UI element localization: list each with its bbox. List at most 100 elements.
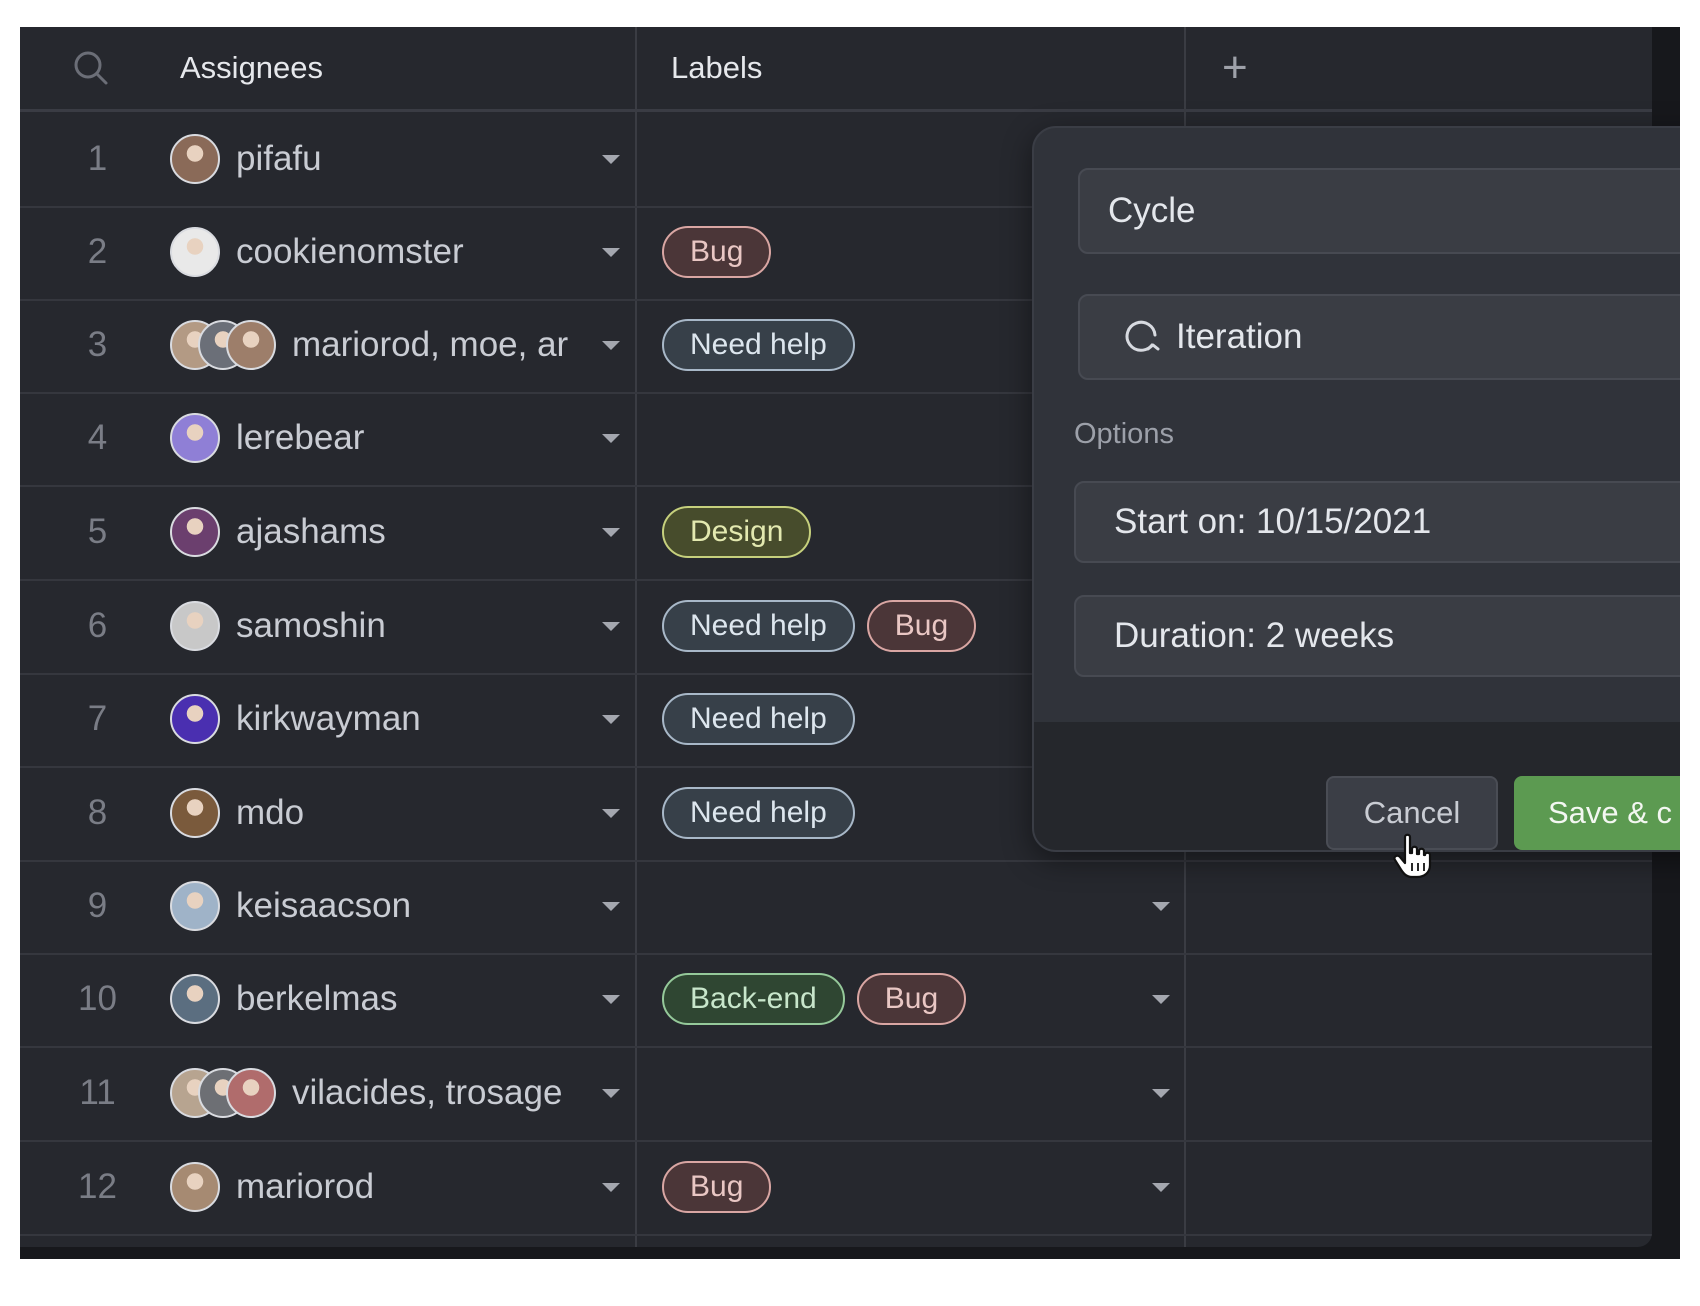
table-header: Assignees Labels + <box>20 27 1652 112</box>
avatar <box>170 694 220 744</box>
labels-cell[interactable]: Back-end Bug <box>662 952 967 1046</box>
row-number: 10 <box>78 979 117 1018</box>
table-row[interactable]: 11 vilacides, trosage <box>20 1046 1652 1142</box>
row-number: 12 <box>78 1167 117 1206</box>
chevron-down-icon[interactable] <box>602 1089 620 1098</box>
labels-cell[interactable]: Need help <box>662 298 855 392</box>
chevron-down-icon[interactable] <box>602 248 620 257</box>
row-number: 5 <box>87 512 108 551</box>
table-row[interactable]: 10 berkelmas Back-end Bug <box>20 952 1652 1048</box>
chevron-down-icon[interactable] <box>602 902 620 911</box>
field-name-input[interactable]: Cycle <box>1078 168 1680 254</box>
labels-cell[interactable]: Design <box>662 485 812 579</box>
chevron-down-icon[interactable] <box>602 528 620 537</box>
hand-cursor-icon <box>1393 833 1433 884</box>
avatar-group <box>170 413 220 463</box>
avatar <box>170 227 220 277</box>
app-frame: Assignees Labels + 1 pifafu 2 cookienomster… <box>20 27 1680 1259</box>
save-button[interactable]: Save & c <box>1514 776 1680 850</box>
assignee-cell[interactable]: mariorod <box>170 1140 610 1234</box>
chevron-down-icon[interactable] <box>602 434 620 443</box>
labels-cell[interactable]: Need help Bug <box>662 579 977 673</box>
assignee-name: mariorod <box>236 1167 375 1206</box>
assignee-cell[interactable]: kirkwayman <box>170 672 610 766</box>
row-number: 2 <box>87 232 108 271</box>
avatar-group <box>170 1068 276 1118</box>
assignee-cell[interactable]: cookienomster <box>170 205 610 299</box>
column-header-labels[interactable]: Labels <box>671 27 762 109</box>
assignee-cell[interactable]: lerebear <box>170 391 610 485</box>
chevron-down-icon[interactable] <box>602 341 620 350</box>
avatar-group <box>170 788 220 838</box>
assignee-name: lerebear <box>236 418 365 457</box>
field-type-select[interactable]: Iteration <box>1078 294 1680 380</box>
assignee-name: mdo <box>236 793 305 832</box>
plus-icon[interactable]: + <box>1222 27 1248 109</box>
avatar <box>170 974 220 1024</box>
row-number: 11 <box>79 1073 116 1112</box>
chevron-down-icon[interactable] <box>602 995 620 1004</box>
chevron-down-icon[interactable] <box>602 622 620 631</box>
label-badge[interactable]: Bug <box>662 1161 772 1213</box>
labels-cell[interactable]: Need help <box>662 672 855 766</box>
label-badge[interactable]: Need help <box>662 319 855 371</box>
labels-cell[interactable]: Bug <box>662 205 772 299</box>
duration-value: Duration: 2 weeks <box>1114 616 1395 655</box>
chevron-down-icon[interactable] <box>1152 902 1170 911</box>
avatar <box>170 601 220 651</box>
label-badge[interactable]: Back-end <box>662 973 845 1025</box>
assignee-cell[interactable]: berkelmas <box>170 952 610 1046</box>
assignee-name: keisaacson <box>236 886 412 925</box>
assignee-cell[interactable]: mdo <box>170 766 610 860</box>
avatar-group <box>170 227 220 277</box>
start-date-value: Start on: 10/15/2021 <box>1114 502 1432 541</box>
label-badge[interactable]: Need help <box>662 693 855 745</box>
field-type-value: Iteration <box>1176 317 1303 356</box>
avatar <box>170 507 220 557</box>
assignee-name: cookienomster <box>236 232 464 271</box>
options-label: Options <box>1074 418 1174 450</box>
chevron-down-icon[interactable] <box>602 715 620 724</box>
label-badge[interactable]: Need help <box>662 787 855 839</box>
labels-cell[interactable]: Bug <box>662 1140 772 1234</box>
row-number: 8 <box>87 793 108 832</box>
row-number: 9 <box>87 886 108 925</box>
chevron-down-icon[interactable] <box>1152 995 1170 1004</box>
start-date-option[interactable]: Start on: 10/15/2021 <box>1074 481 1680 563</box>
avatar <box>226 1068 276 1118</box>
avatar <box>170 881 220 931</box>
assignee-cell[interactable]: keisaacson <box>170 859 610 953</box>
chevron-down-icon[interactable] <box>1152 1183 1170 1192</box>
assignee-cell[interactable]: vilacides, trosage <box>170 1046 610 1140</box>
assignee-name: pifafu <box>236 139 322 178</box>
chevron-down-icon[interactable] <box>602 1183 620 1192</box>
label-badge[interactable]: Bug <box>662 226 772 278</box>
chevron-down-icon[interactable] <box>602 155 620 164</box>
column-header-assignees[interactable]: Assignees <box>180 27 323 109</box>
field-name-value: Cycle <box>1108 191 1196 230</box>
search-icon[interactable] <box>72 27 110 109</box>
avatar-group <box>170 974 220 1024</box>
assignee-cell[interactable]: ajashams <box>170 485 610 579</box>
assignee-name: ajashams <box>236 512 386 551</box>
avatar <box>170 134 220 184</box>
assignee-cell[interactable]: mariorod, moe, ar <box>170 298 610 392</box>
chevron-down-icon[interactable] <box>602 809 620 818</box>
avatar-group <box>170 134 220 184</box>
avatar <box>170 413 220 463</box>
duration-option[interactable]: Duration: 2 weeks <box>1074 595 1680 677</box>
label-badge[interactable]: Need help <box>662 600 855 652</box>
assignee-name: kirkwayman <box>236 699 421 738</box>
labels-cell[interactable]: Need help <box>662 766 855 860</box>
label-badge[interactable]: Bug <box>856 973 967 1025</box>
assignee-cell[interactable]: pifafu <box>170 112 610 206</box>
label-badge[interactable]: Design <box>662 506 812 558</box>
row-number: 7 <box>87 699 108 738</box>
table-row[interactable]: 12 mariorod Bug <box>20 1140 1652 1236</box>
assignee-name: samoshin <box>236 606 386 645</box>
chevron-down-icon[interactable] <box>1152 1089 1170 1098</box>
avatar-group <box>170 507 220 557</box>
assignee-name: berkelmas <box>236 979 398 1018</box>
assignee-cell[interactable]: samoshin <box>170 579 610 673</box>
label-badge[interactable]: Bug <box>866 600 977 652</box>
